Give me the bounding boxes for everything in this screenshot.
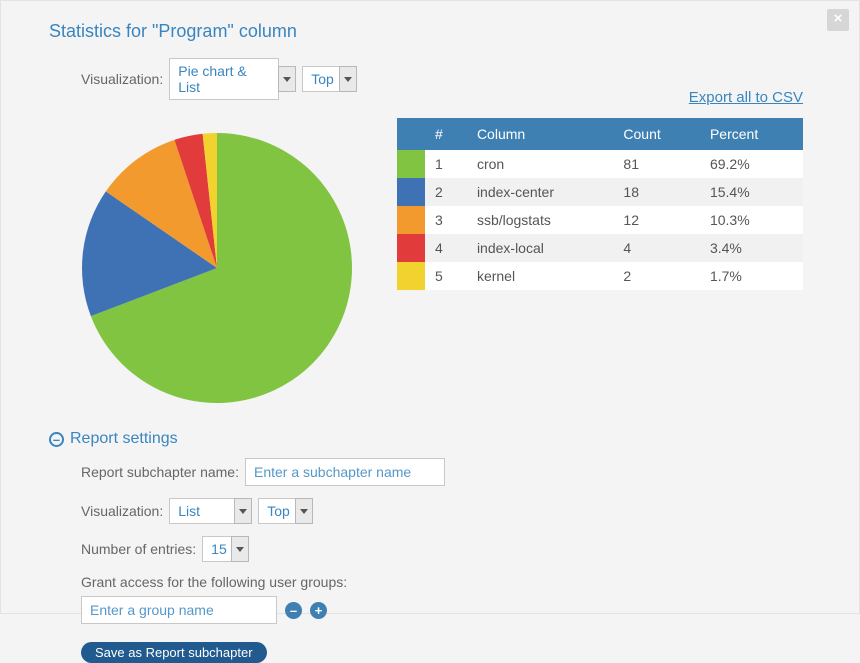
report-settings-label: Report settings [70, 430, 178, 448]
table-row: 1cron8169.2% [397, 150, 803, 178]
table-header-row: # Column Count Percent [397, 118, 803, 150]
table-row: 5kernel21.7% [397, 262, 803, 290]
table-row: 3ssb/logstats1210.3% [397, 206, 803, 234]
pie-chart [57, 118, 377, 408]
settings-visualization-order-select[interactable]: Top [258, 498, 313, 524]
visualization-order-value: Top [302, 66, 340, 92]
subchapter-name-label: Report subchapter name: [81, 464, 239, 480]
visualization-type-value: Pie chart & List [169, 58, 279, 100]
table-row: 2index-center1815.4% [397, 178, 803, 206]
chevron-down-icon[interactable] [295, 498, 313, 524]
minus-circle-icon: – [49, 432, 64, 447]
report-settings-toggle[interactable]: – Report settings [49, 430, 839, 448]
visualization-label: Visualization: [81, 71, 163, 87]
chevron-down-icon[interactable] [234, 498, 252, 524]
content-row: # Column Count Percent 1cron8169.2%2inde… [21, 118, 839, 408]
th-count: Count [613, 118, 700, 150]
groups-label: Grant access for the following user grou… [81, 574, 347, 590]
close-icon[interactable]: × [827, 9, 849, 31]
th-percent: Percent [700, 118, 803, 150]
settings-visualization-order-value: Top [258, 498, 296, 524]
panel-title: Statistics for "Program" column [49, 21, 839, 42]
remove-group-button[interactable]: – [285, 602, 302, 619]
entries-select[interactable]: 15 [202, 536, 249, 562]
visualization-order-select[interactable]: Top [302, 66, 357, 92]
stats-table: # Column Count Percent 1cron8169.2%2inde… [397, 118, 803, 408]
settings-visualization-type-select[interactable]: List [169, 498, 252, 524]
th-num: # [425, 118, 467, 150]
entries-value: 15 [202, 536, 232, 562]
settings-visualization-type-value: List [169, 498, 235, 524]
export-csv-link[interactable]: Export all to CSV [689, 89, 803, 106]
th-column: Column [467, 118, 613, 150]
chevron-down-icon[interactable] [339, 66, 357, 92]
chevron-down-icon[interactable] [231, 536, 249, 562]
save-subchapter-button[interactable]: Save as Report subchapter [81, 642, 267, 663]
table-row: 4index-local43.4% [397, 234, 803, 262]
report-settings-block: Report subchapter name: Visualization: L… [21, 458, 839, 663]
statistics-panel: × Statistics for "Program" column Visual… [0, 0, 860, 614]
chevron-down-icon[interactable] [278, 66, 296, 92]
entries-label: Number of entries: [81, 541, 196, 557]
group-name-input[interactable] [81, 596, 277, 624]
subchapter-name-input[interactable] [245, 458, 445, 486]
add-group-button[interactable]: + [310, 602, 327, 619]
visualization-type-select[interactable]: Pie chart & List [169, 58, 296, 100]
settings-visualization-label: Visualization: [81, 503, 163, 519]
